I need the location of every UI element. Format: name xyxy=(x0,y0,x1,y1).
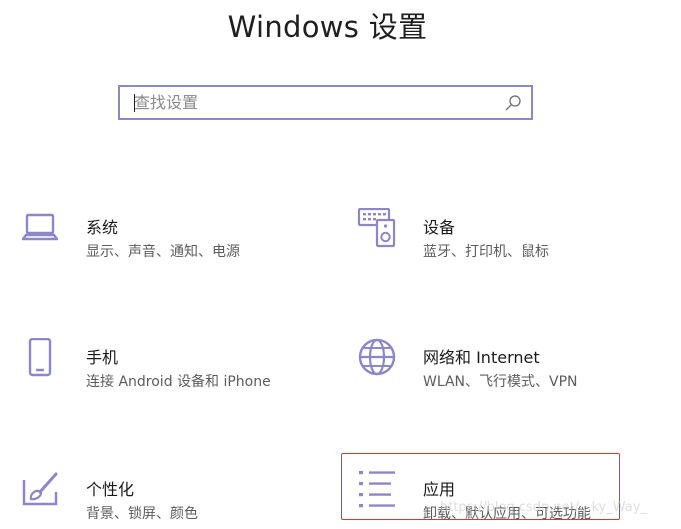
tile-title: 网络和 Internet xyxy=(423,348,540,367)
tile-system[interactable]: 系统 显示、声音、通知、电源 xyxy=(20,208,290,270)
tile-description: 显示、声音、通知、电源 xyxy=(86,244,240,260)
tile-title: 应用 xyxy=(423,480,456,499)
tile-description: 连接 Android 设备和 iPhone xyxy=(86,374,271,390)
tile-network[interactable]: 网络和 Internet WLAN、飞行模式、VPN xyxy=(357,338,627,400)
search-box[interactable] xyxy=(118,85,533,120)
search-icon[interactable] xyxy=(503,93,523,113)
phone-icon xyxy=(28,338,52,377)
tile-personalization[interactable]: 个性化 背景、锁屏、颜色 xyxy=(20,470,290,529)
keyboard-speaker-icon xyxy=(357,208,396,248)
globe-icon xyxy=(358,338,396,376)
tile-description: 背景、锁屏、颜色 xyxy=(86,506,198,522)
app-list-icon xyxy=(359,471,395,508)
tile-title: 设备 xyxy=(423,218,456,237)
search-input[interactable] xyxy=(134,87,494,118)
tile-devices[interactable]: 设备 蓝牙、打印机、鼠标 xyxy=(357,208,627,270)
settings-window: Windows 设置 系统 显示、声音、通知、电源 xyxy=(0,0,681,529)
tile-title: 系统 xyxy=(86,218,119,237)
tile-description: WLAN、飞行模式、VPN xyxy=(423,374,578,390)
text-caret xyxy=(134,94,135,112)
watermark: https://blog.csdn.net/...ky_Way_ xyxy=(440,500,647,515)
tile-title: 手机 xyxy=(86,348,119,367)
tile-description: 蓝牙、打印机、鼠标 xyxy=(423,244,549,260)
laptop-icon xyxy=(21,213,59,241)
page-title: Windows 设置 xyxy=(227,10,428,44)
paint-brush-icon xyxy=(22,472,58,506)
tile-phone[interactable]: 手机 连接 Android 设备和 iPhone xyxy=(20,338,290,400)
tile-title: 个性化 xyxy=(86,480,135,499)
